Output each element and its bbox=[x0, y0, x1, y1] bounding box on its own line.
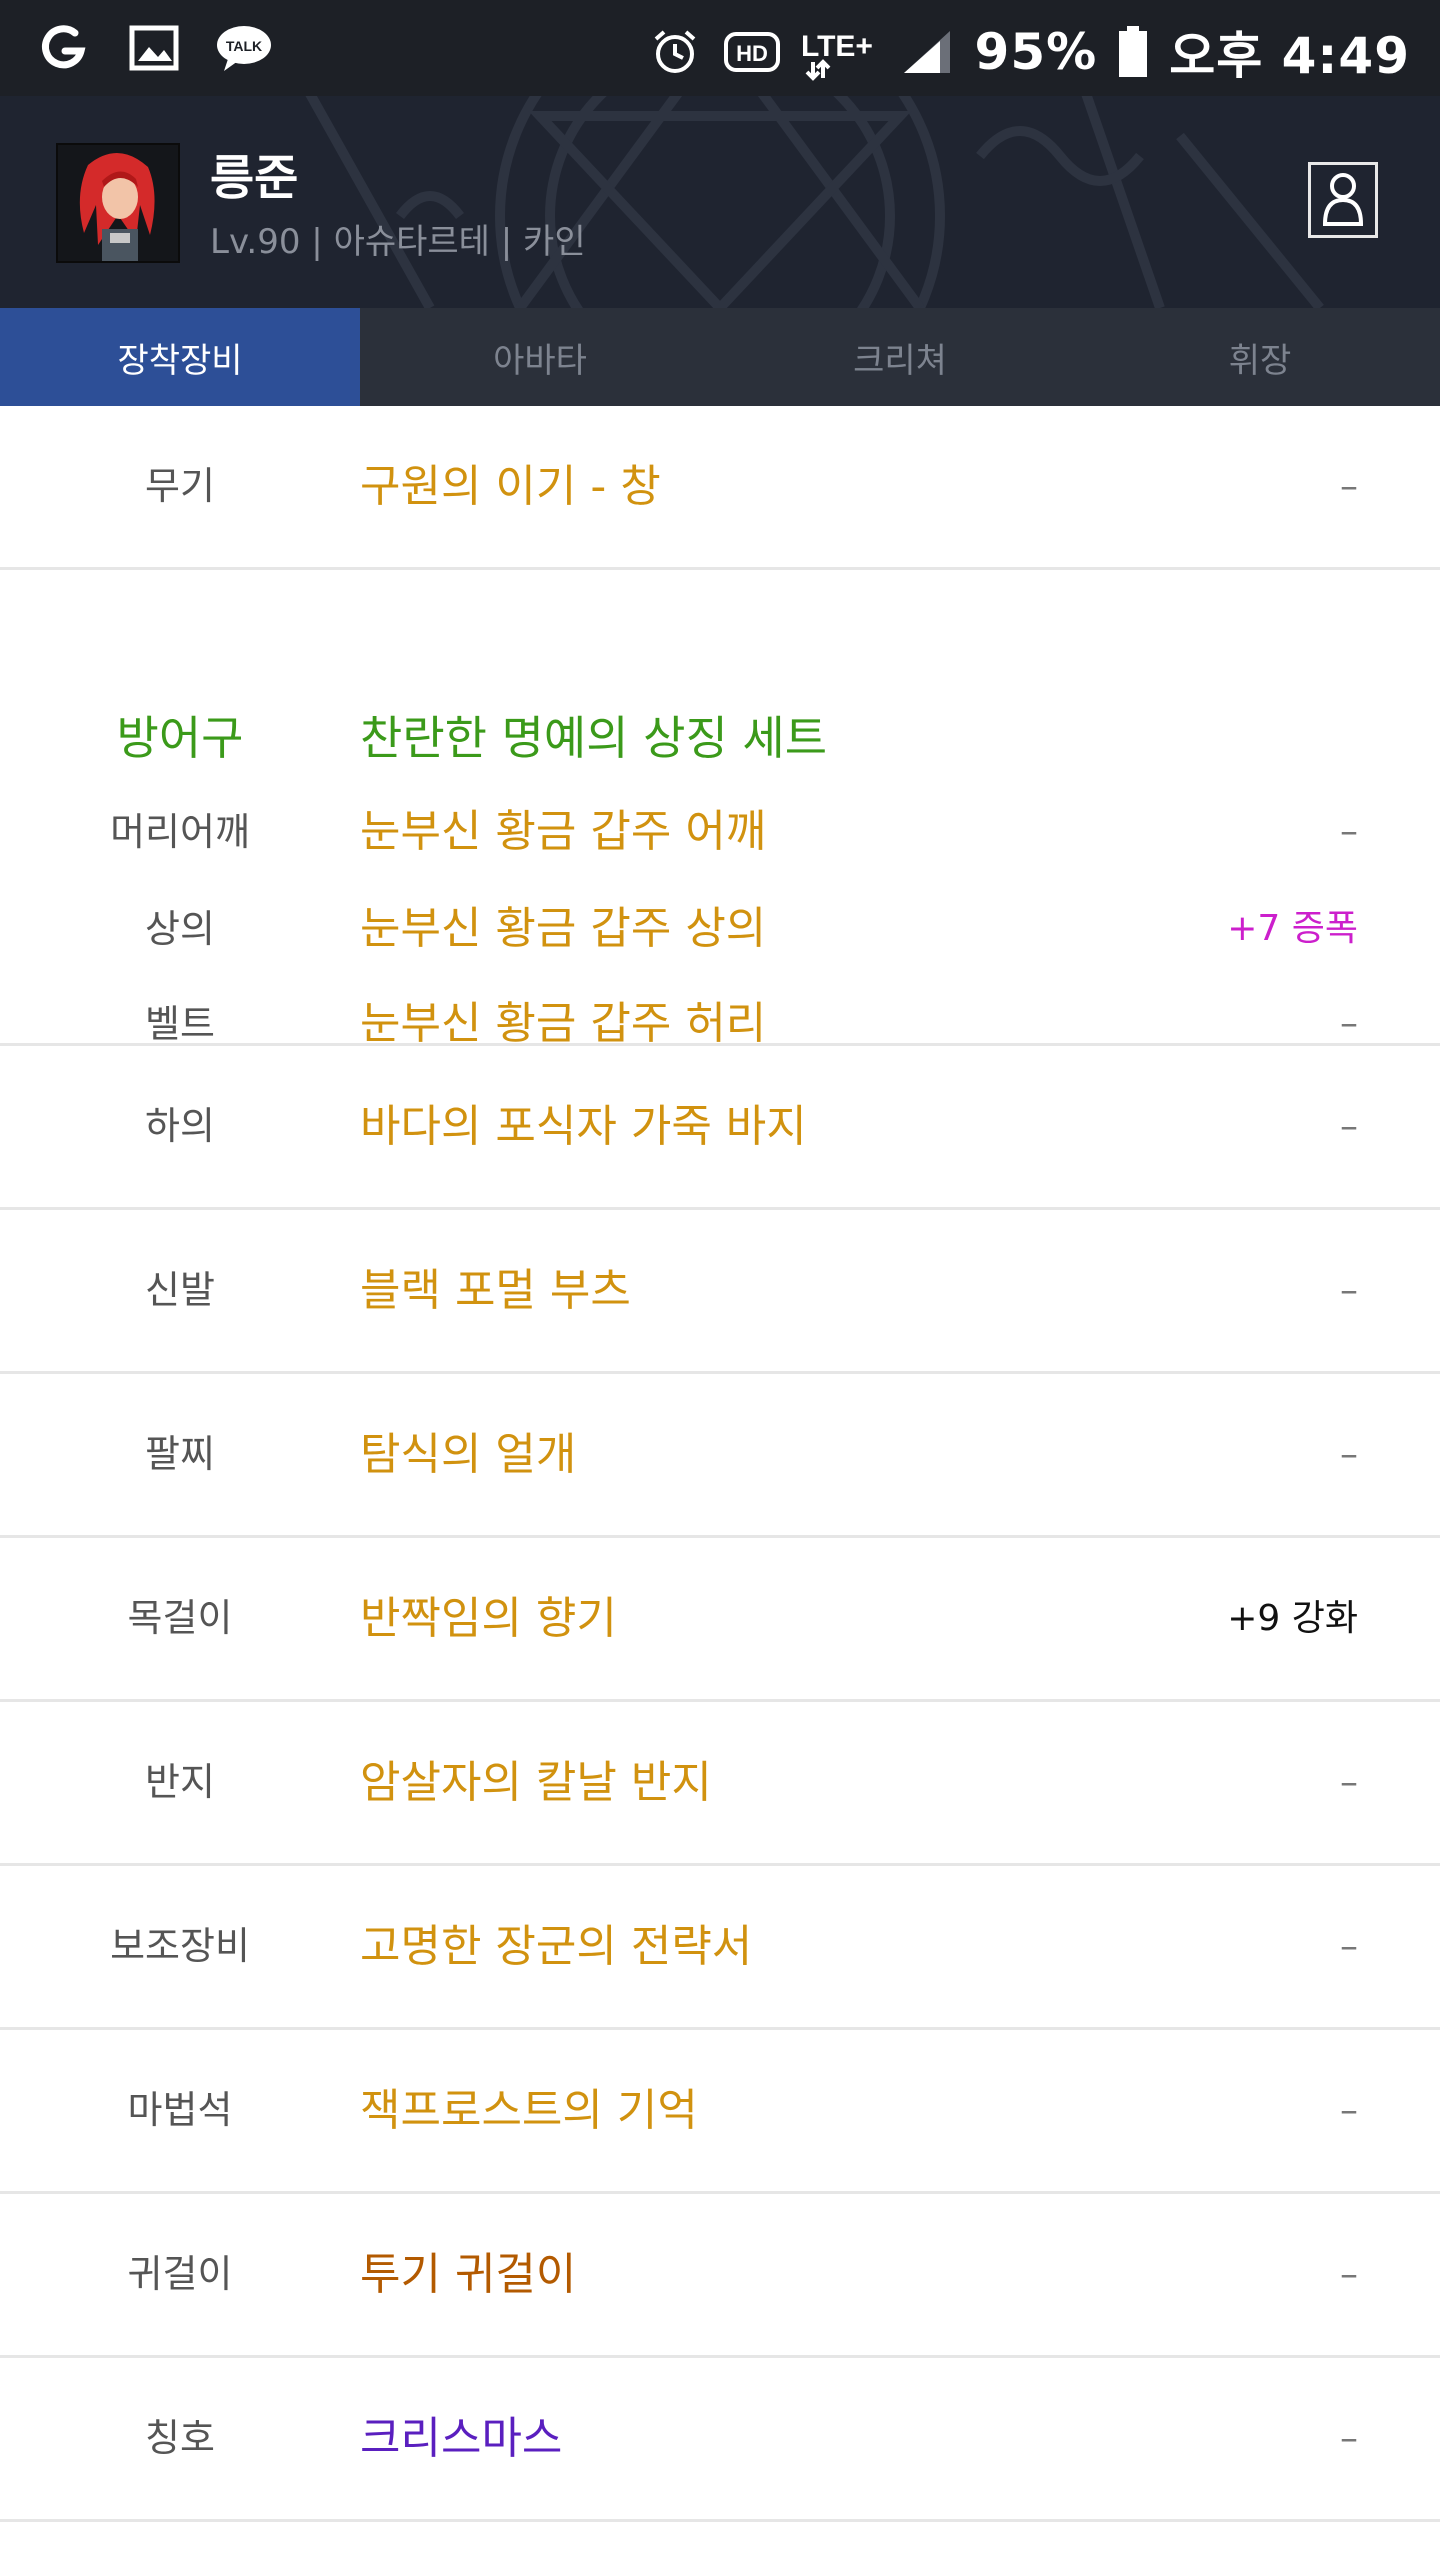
item-extra: – bbox=[1340, 1926, 1358, 1967]
item-extra: – bbox=[1340, 1762, 1358, 1803]
tab-bar: 장착장비 아바타 크리쳐 휘장 bbox=[0, 308, 1440, 406]
battery-percent: 95% bbox=[974, 23, 1098, 81]
slot-label: 신발 bbox=[145, 1268, 215, 1312]
equipment-row-ring[interactable]: 반지 암살자의 칼날 반지 – bbox=[0, 1702, 1440, 1866]
item-name[interactable]: 구원의 이기 - 창 bbox=[360, 406, 661, 567]
slot-label: 머리어깨 bbox=[110, 810, 250, 854]
set-header: 방어구 찬란한 명예의 상징 세트 bbox=[0, 703, 1440, 773]
status-bar: TALK HD LTE+ 95% 오후 4:49 bbox=[0, 0, 1440, 96]
equipment-row-magicstone[interactable]: 마법석 잭프로스트의 기억 – bbox=[0, 2030, 1440, 2194]
equipment-row-bracelet[interactable]: 팔찌 탐식의 얼개 – bbox=[0, 1374, 1440, 1538]
g-app-icon bbox=[34, 18, 94, 78]
item-extra: – bbox=[1340, 1106, 1358, 1147]
set-piece[interactable]: 머리어깨 눈부신 황금 갑주 어깨 – bbox=[0, 797, 1440, 867]
item-name[interactable]: 고명한 장군의 전략서 bbox=[360, 1866, 752, 2027]
item-name[interactable]: 바다의 포식자 가죽 바지 bbox=[360, 1046, 807, 1207]
profile-header: 릉준 Lv.90 | 아슈타르테 | 카인 bbox=[0, 96, 1440, 308]
slot-label: 팔찌 bbox=[145, 1432, 215, 1476]
status-left-icons: TALK bbox=[34, 18, 274, 78]
item-name[interactable]: 반짝임의 향기 bbox=[360, 1538, 617, 1699]
set-piece[interactable]: 상의 눈부신 황금 갑주 상의 +7 증폭 bbox=[0, 894, 1440, 964]
item-name[interactable]: 탐식의 얼개 bbox=[360, 1374, 576, 1535]
slot-label: 상의 bbox=[145, 907, 215, 951]
profile-button[interactable] bbox=[1308, 162, 1378, 238]
equipment-set-armor[interactable]: 방어구 찬란한 명예의 상징 세트 머리어깨 눈부신 황금 갑주 어깨 – 상의… bbox=[0, 570, 1440, 1049]
lte-label: LTE+ bbox=[801, 30, 873, 63]
equipment-row-earring[interactable]: 귀걸이 투기 귀걸이 – bbox=[0, 2194, 1440, 2358]
slot-label: 칭호 bbox=[145, 2416, 215, 2460]
clock: 오후 4:49 bbox=[1169, 27, 1410, 85]
slot-label: 보조장비 bbox=[110, 1924, 250, 1968]
item-name[interactable]: 암살자의 칼날 반지 bbox=[360, 1702, 712, 1863]
item-extra: – bbox=[1340, 2090, 1358, 2131]
slot-label: 마법석 bbox=[127, 2088, 233, 2132]
item-extra: – bbox=[1340, 1270, 1358, 1311]
set-name[interactable]: 찬란한 명예의 상징 세트 bbox=[360, 703, 827, 773]
character-name: 릉준 bbox=[210, 150, 299, 206]
item-extra: – bbox=[1340, 2418, 1358, 2459]
slot-label: 귀걸이 bbox=[127, 2252, 233, 2296]
reinforce-badge: +9 강화 bbox=[1227, 1598, 1358, 1639]
equipment-row-necklace[interactable]: 목걸이 반짝임의 향기 +9 강화 bbox=[0, 1538, 1440, 1702]
equipment-row-title[interactable]: 칭호 크리스마스 – bbox=[0, 2358, 1440, 2522]
character-meta: Lv.90 | 아슈타르테 | 카인 bbox=[210, 222, 586, 262]
signal-icon bbox=[897, 22, 957, 82]
item-name[interactable]: 투기 귀걸이 bbox=[360, 2194, 576, 2355]
item-extra: – bbox=[1340, 2254, 1358, 2295]
user-icon bbox=[1321, 170, 1365, 230]
hd-icon: HD bbox=[723, 22, 781, 82]
equipment-row-subweapon[interactable]: 보조장비 고명한 장군의 전략서 – bbox=[0, 1866, 1440, 2030]
tab-equipment[interactable]: 장착장비 bbox=[0, 308, 360, 406]
item-name[interactable]: 눈부신 황금 갑주 상의 bbox=[360, 894, 766, 964]
amplify-badge: +7 증폭 bbox=[1227, 908, 1358, 949]
slot-label: 반지 bbox=[145, 1760, 215, 1804]
gallery-icon bbox=[124, 18, 184, 78]
item-name[interactable]: 블랙 포멀 부츠 bbox=[360, 1210, 631, 1371]
slot-label: 목걸이 bbox=[127, 1596, 233, 1640]
alarm-icon bbox=[645, 22, 705, 82]
item-extra: – bbox=[1340, 1434, 1358, 1475]
tab-avatar[interactable]: 아바타 bbox=[360, 308, 720, 406]
slot-label: 방어구 bbox=[116, 711, 244, 765]
item-name[interactable]: 눈부신 황금 갑주 어깨 bbox=[360, 797, 766, 867]
equipment-list: 무기 구원의 이기 - 창 – 방어구 찬란한 명예의 상징 세트 머리어깨 눈… bbox=[0, 406, 1440, 2522]
talk-label: TALK bbox=[226, 38, 262, 54]
slot-label: 무기 bbox=[145, 464, 215, 508]
item-name[interactable]: 잭프로스트의 기억 bbox=[360, 2030, 698, 2191]
equipment-row-weapon[interactable]: 무기 구원의 이기 - 창 – bbox=[0, 406, 1440, 570]
battery-icon bbox=[1115, 22, 1151, 82]
tab-insignia[interactable]: 휘장 bbox=[1080, 308, 1440, 406]
equipment-row-pants[interactable]: 하의 바다의 포식자 가죽 바지 – bbox=[0, 1046, 1440, 1210]
item-name[interactable]: 크리스마스 bbox=[360, 2358, 562, 2519]
lte-icon: LTE+ bbox=[799, 22, 879, 82]
item-extra: – bbox=[1340, 811, 1358, 852]
tab-creature[interactable]: 크리쳐 bbox=[720, 308, 1080, 406]
talk-icon: TALK bbox=[214, 18, 274, 78]
item-extra: – bbox=[1340, 466, 1358, 507]
equipment-row-shoes[interactable]: 신발 블랙 포멀 부츠 – bbox=[0, 1210, 1440, 1374]
slot-label: 하의 bbox=[145, 1104, 215, 1148]
hd-label: HD bbox=[736, 41, 768, 66]
character-avatar[interactable] bbox=[56, 143, 180, 263]
status-right-icons: HD LTE+ 95% 오후 4:49 bbox=[645, 16, 1410, 88]
